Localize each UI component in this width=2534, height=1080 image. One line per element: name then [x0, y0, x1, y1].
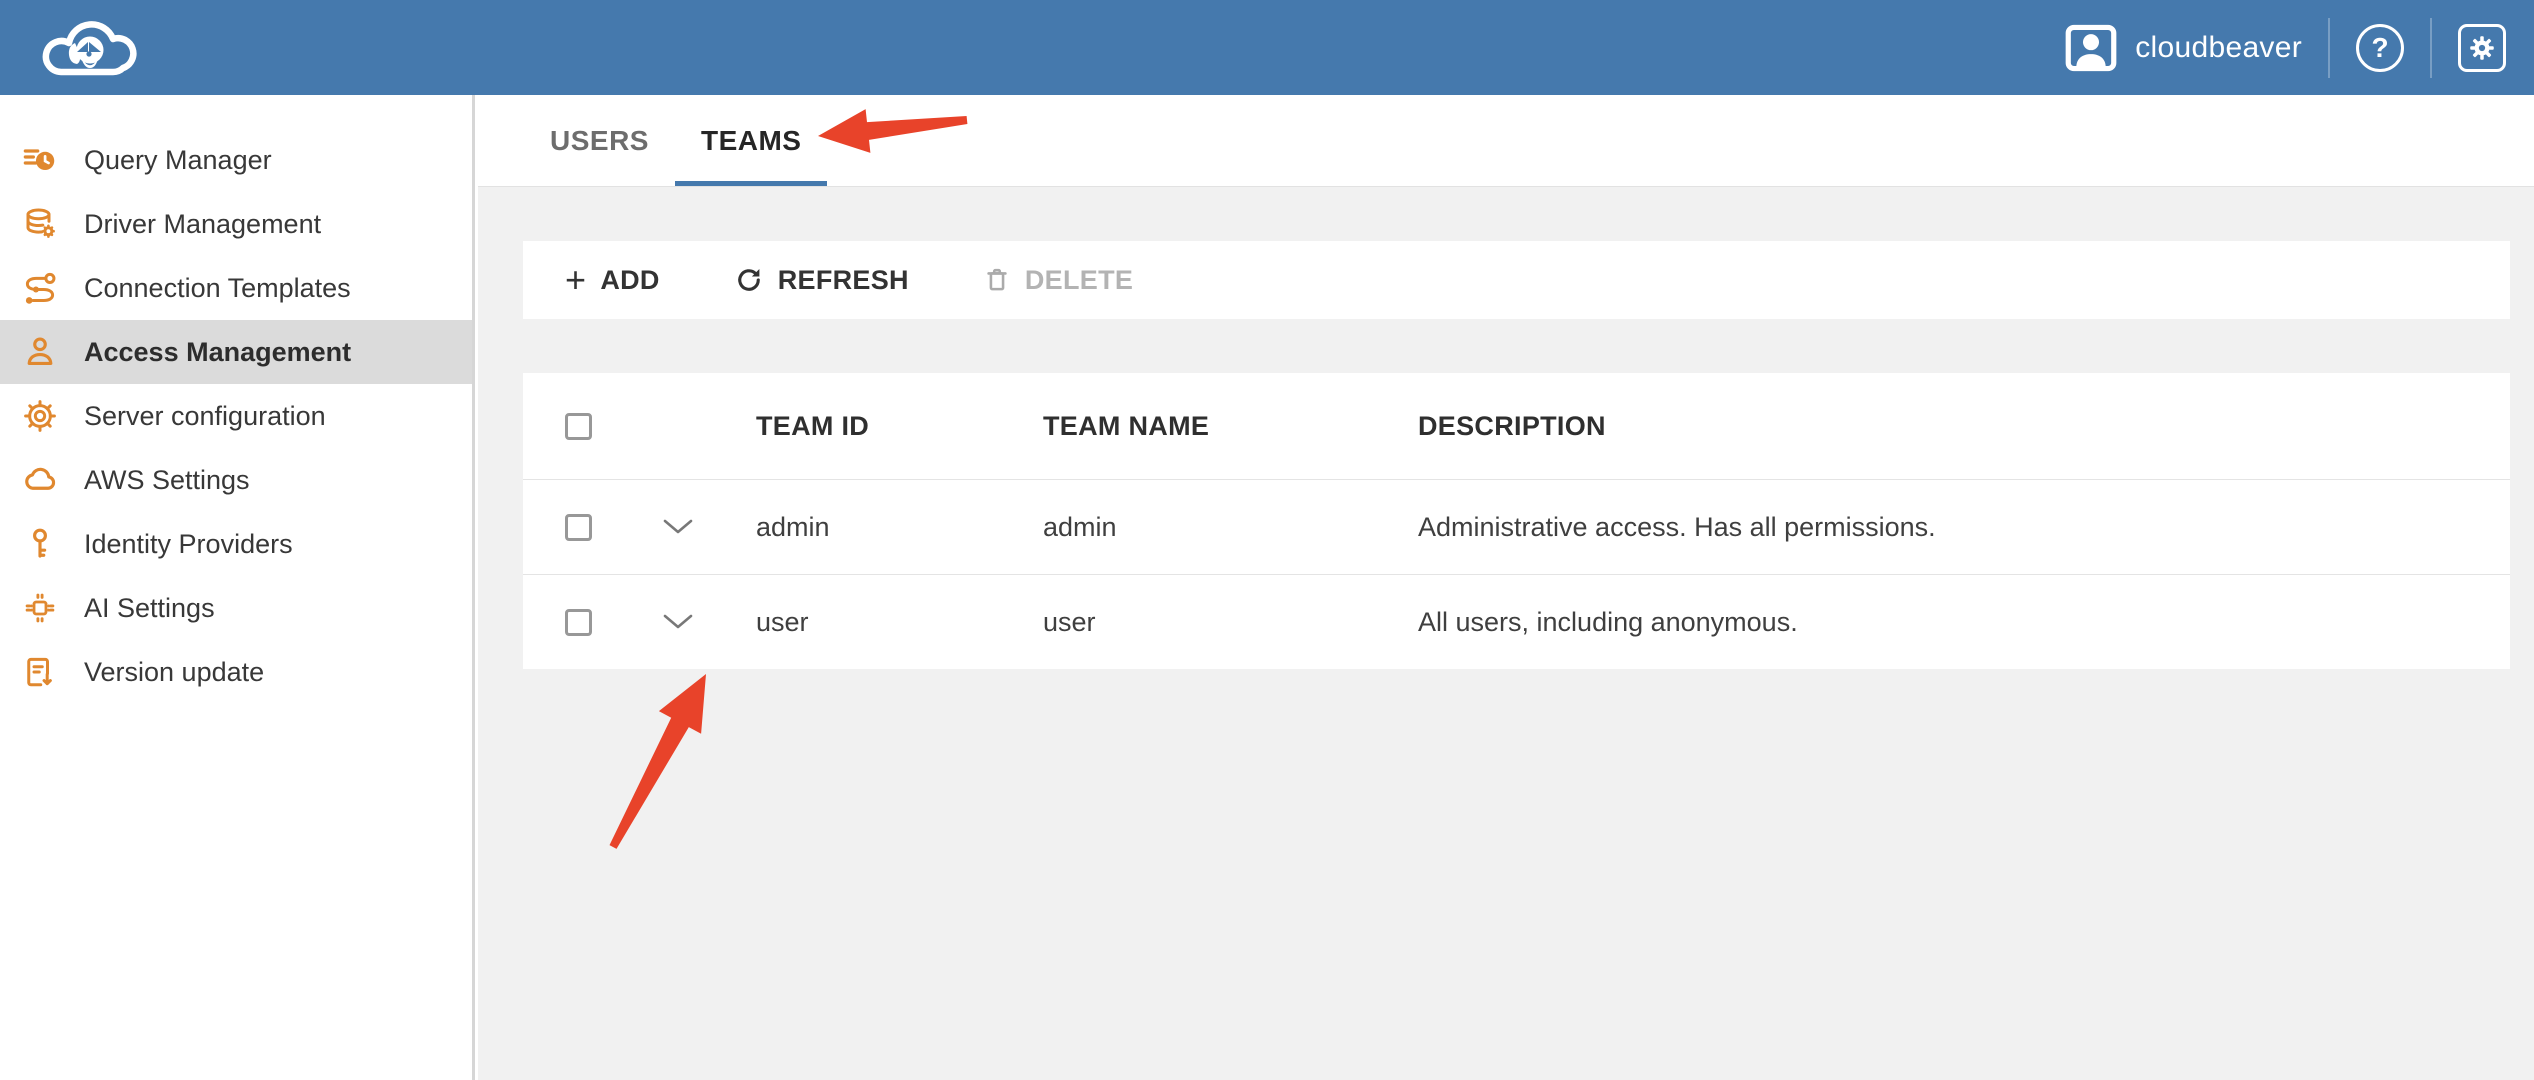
select-all-checkbox[interactable]	[565, 413, 592, 440]
version-update-icon	[22, 654, 58, 690]
help-button[interactable]: ?	[2356, 24, 2404, 72]
sidebar-item-version-update[interactable]: Version update	[0, 640, 472, 704]
tab-users[interactable]: USERS	[524, 95, 675, 186]
app-header: cloudbeaver ?	[0, 0, 2534, 95]
driver-management-icon	[22, 206, 58, 242]
header-divider	[2430, 18, 2432, 78]
team-description-cell: Administrative access. Has all permissio…	[1418, 512, 2510, 543]
user-avatar-icon	[2065, 24, 2117, 72]
team-name-cell: admin	[1043, 512, 1418, 543]
table-body: adminadminAdministrative access. Has all…	[523, 479, 2510, 669]
sidebar-item-aws-settings[interactable]: AWS Settings	[0, 448, 472, 512]
team-row-user[interactable]: useruserAll users, including anonymous.	[523, 574, 2510, 669]
identity-providers-icon	[22, 526, 58, 562]
sidebar-item-identity-providers[interactable]: Identity Providers	[0, 512, 472, 576]
team-description-cell: All users, including anonymous.	[1418, 607, 2510, 638]
connection-templates-icon	[22, 270, 58, 306]
row-checkbox-cell	[523, 514, 643, 541]
sidebar-item-ai-settings[interactable]: AI Settings	[0, 576, 472, 640]
query-manager-icon	[22, 142, 58, 178]
chevron-down-icon[interactable]	[663, 614, 756, 630]
toolbar-button-label: REFRESH	[778, 265, 909, 296]
column-header-team-id: TEAM ID	[756, 411, 1043, 442]
refresh-button[interactable]: REFRESH	[734, 265, 909, 296]
team-name-cell: user	[1043, 607, 1418, 638]
row-checkbox[interactable]	[565, 514, 592, 541]
row-checkbox-cell	[523, 609, 643, 636]
main-content: USERS TEAMS + ADD REFRESH DELETE TEAM IDTEAM…	[478, 95, 2534, 1080]
sidebar-nav: Query Manager Driver Management Connection…	[0, 128, 472, 704]
sidebar-item-access-management[interactable]: Access Management	[0, 320, 472, 384]
column-header-description: DESCRIPTION	[1418, 411, 2510, 442]
server-configuration-icon	[22, 398, 58, 434]
teams-table: TEAM IDTEAM NAMEDESCRIPTION adminadminAd…	[523, 373, 2510, 669]
row-expand-cell	[643, 519, 756, 535]
team-id-cell: user	[756, 607, 1043, 638]
sidebar-item-label: Server configuration	[84, 401, 326, 432]
toolbar-button-label: ADD	[600, 265, 659, 296]
header-checkbox-cell	[523, 413, 643, 440]
row-checkbox[interactable]	[565, 609, 592, 636]
sidebar-item-label: Access Management	[84, 337, 351, 368]
question-mark-icon: ?	[2371, 32, 2388, 64]
sidebar-item-server-configuration[interactable]: Server configuration	[0, 384, 472, 448]
tab-label: TEAMS	[701, 125, 802, 157]
sidebar-item-driver-management[interactable]: Driver Management	[0, 192, 472, 256]
user-menu-button[interactable]: cloudbeaver	[2065, 24, 2302, 72]
row-expand-cell	[643, 614, 756, 630]
team-id-cell: admin	[756, 512, 1043, 543]
table-header-row: TEAM IDTEAM NAMEDESCRIPTION	[523, 373, 2510, 479]
trash-icon	[983, 266, 1011, 294]
username-label: cloudbeaver	[2135, 31, 2302, 65]
sidebar-item-label: Connection Templates	[84, 273, 351, 304]
column-header-team-name: TEAM NAME	[1043, 411, 1418, 442]
settings-button[interactable]	[2458, 24, 2506, 72]
teams-toolbar: + ADD REFRESH DELETE	[523, 241, 2510, 319]
admin-sidebar: Query Manager Driver Management Connection…	[0, 95, 475, 1080]
ai-settings-icon	[22, 590, 58, 626]
cloudbeaver-logo[interactable]	[36, 9, 148, 87]
tab-teams[interactable]: TEAMS	[675, 95, 828, 186]
sidebar-item-label: Version update	[84, 657, 264, 688]
sidebar-item-query-manager[interactable]: Query Manager	[0, 128, 472, 192]
toolbar-button-label: DELETE	[1025, 265, 1133, 296]
plus-icon: +	[565, 265, 586, 295]
sidebar-item-label: Identity Providers	[84, 529, 293, 560]
sidebar-item-label: Driver Management	[84, 209, 321, 240]
tab-label: USERS	[550, 125, 649, 157]
sidebar-item-label: AI Settings	[84, 593, 215, 624]
team-row-admin[interactable]: adminadminAdministrative access. Has all…	[523, 479, 2510, 574]
chevron-down-icon[interactable]	[663, 519, 756, 535]
tab-bar: USERS TEAMS	[478, 95, 2534, 187]
sidebar-item-label: Query Manager	[84, 145, 272, 176]
access-management-icon	[22, 334, 58, 370]
add-button[interactable]: + ADD	[565, 265, 660, 296]
header-actions: cloudbeaver ?	[2065, 0, 2506, 95]
refresh-icon	[734, 265, 764, 295]
gear-icon	[2467, 33, 2497, 63]
header-divider	[2328, 18, 2330, 78]
aws-settings-icon	[22, 462, 58, 498]
sidebar-item-connection-templates[interactable]: Connection Templates	[0, 256, 472, 320]
delete-button[interactable]: DELETE	[983, 265, 1133, 296]
sidebar-item-label: AWS Settings	[84, 465, 250, 496]
